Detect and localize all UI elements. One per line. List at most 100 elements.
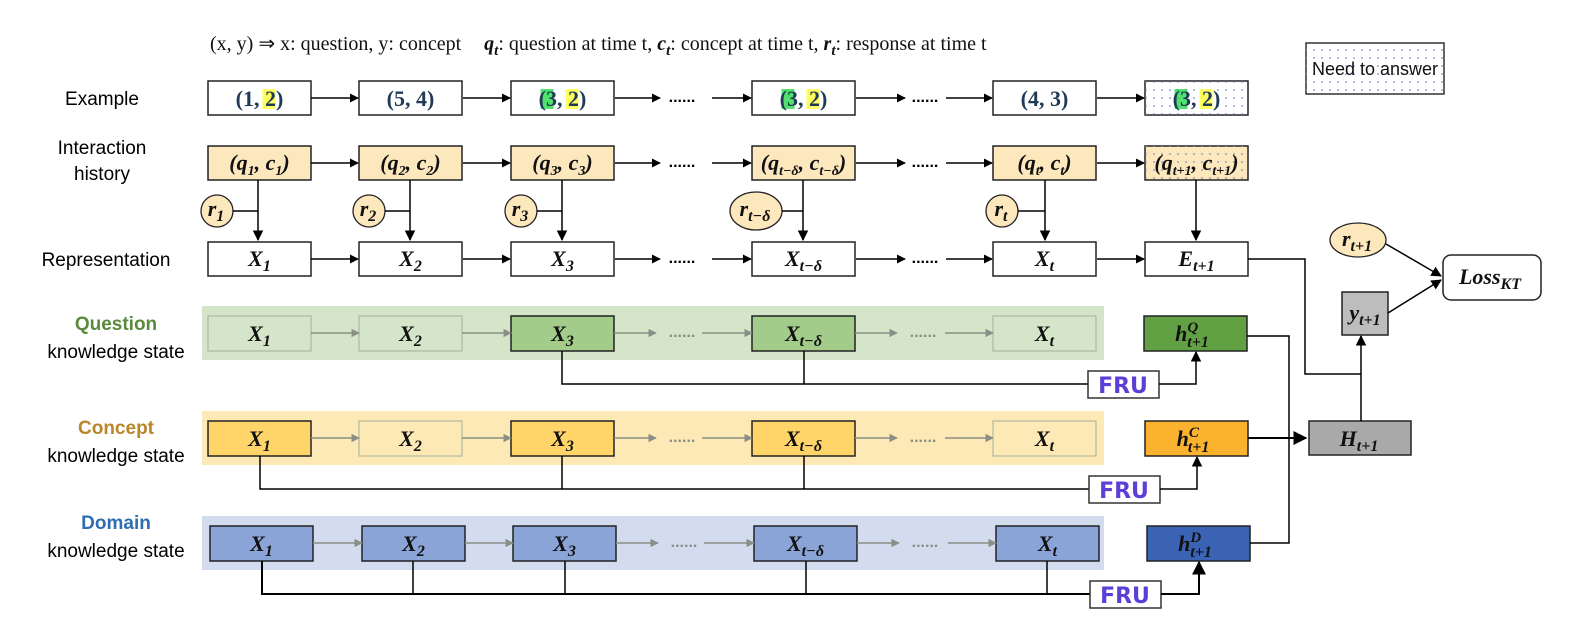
domain-state-ellipsis-2: ......	[912, 534, 939, 551]
h-domain-label-var: h	[1178, 531, 1190, 556]
example-pair-2-part: ,	[557, 86, 568, 111]
example-pair-0-part: (	[236, 86, 243, 111]
interaction-pair-4-part: )	[1062, 150, 1071, 175]
concept-state-ellipsis-2: ......	[910, 429, 937, 446]
example-pair-2-part: 3	[546, 86, 557, 111]
question-state-ellipsis-2: ......	[910, 324, 937, 341]
question-state-label-1-var: X	[398, 321, 415, 346]
representation-label-4-sub: t	[1050, 258, 1055, 275]
row-label-interaction-2: history	[74, 164, 130, 185]
interaction-pair-3-part: c	[810, 150, 820, 175]
example-pair-5-part: 2	[1202, 86, 1213, 111]
example-pair-2-part: 2	[568, 86, 579, 111]
representation-label-0-sub: 1	[263, 258, 271, 275]
representation-label-4-var: X	[1034, 246, 1051, 271]
domain-fru-to-h	[1161, 560, 1206, 595]
concept-state-ellipsis-1: ......	[669, 429, 696, 446]
example-pair-5: (3, 2)	[1173, 86, 1221, 111]
interaction-pair-2-part: )	[583, 150, 592, 175]
domain-state-label-4-sub: t	[1053, 543, 1058, 560]
row-label-representation: Representation	[42, 250, 171, 271]
legend-r: r	[824, 33, 832, 55]
h-concept-label-sub: t+1	[1188, 439, 1210, 456]
legend-text: (x, y) ⇒ x: question, y: concept qt: que…	[210, 33, 987, 59]
example-pair-3-part: )	[820, 86, 827, 111]
r-next-label-sub: t+1	[1351, 238, 1373, 255]
concept-state-label-1-var: X	[398, 426, 415, 451]
y-label-sub: t+1	[1359, 312, 1381, 329]
example-pair-1-part: ,	[405, 86, 416, 111]
example-pair-3-part: 3	[787, 86, 798, 111]
example-pair-4-part: (	[1021, 86, 1028, 111]
domain-state-label-2-sub: 3	[567, 543, 576, 560]
example-pair-3: (3, 2)	[780, 86, 828, 111]
representation-label-1-var: X	[398, 246, 415, 271]
loss-label-sub: KT	[1500, 276, 1523, 293]
interaction-pair-2-part: ,	[557, 150, 569, 175]
row-label-domain-ks: knowledge state	[47, 541, 184, 562]
domain-state-label-2-var: X	[552, 531, 569, 556]
interaction-pair-4: (qt, ct)	[1017, 150, 1071, 179]
interaction-pair-2-part: q	[540, 150, 551, 175]
question-state-label-2-sub: 3	[565, 333, 574, 350]
need-to-answer-legend: Need to answer	[1305, 42, 1445, 95]
concept-state-label-0-var: X	[247, 426, 264, 451]
interaction-pair-5-part: )	[1229, 150, 1238, 175]
interaction-pair-0-part: )	[280, 150, 289, 175]
h-domain-label-sub: t+1	[1190, 544, 1212, 561]
interaction-pair-4-part: c	[1051, 150, 1061, 175]
interaction-pair-1-part: 2	[398, 164, 406, 179]
r-to-loss-arrow	[1385, 243, 1442, 277]
example-pair-4-part: 3	[1050, 86, 1061, 111]
example-pair-3-part: ,	[798, 86, 809, 111]
interaction-pair-5-part: ,	[1191, 150, 1203, 175]
interaction-pair-3-part: t−δ	[819, 164, 839, 179]
interaction-pair-1-part: q	[388, 150, 399, 175]
example-pair-0-part: ,	[254, 86, 265, 111]
domain-state-label-1-var: X	[401, 531, 418, 556]
question-state-label-4-sub: t	[1050, 333, 1055, 350]
concept-state-label-3-var: X	[784, 426, 801, 451]
example-pair-5-part: (	[1173, 86, 1180, 111]
knowledge-tracing-diagram: (x, y) ⇒ x: question, y: concept q t: que…	[42, 33, 1542, 609]
example-pair-1-part: 4	[416, 86, 427, 111]
representation-ellipsis-1: ......	[669, 250, 696, 267]
concept-fru-to-h	[1160, 455, 1203, 490]
response-label-0-sub: 1	[216, 208, 224, 225]
concept-fru-label: FRU	[1099, 479, 1149, 504]
row-label-question-ks: knowledge state	[47, 342, 184, 363]
example-pair-1-part: )	[427, 86, 434, 111]
response-label-3-sub: t−δ	[748, 208, 770, 225]
interaction-pair-5-part: t+1	[1173, 164, 1192, 179]
interaction-pair-0-part: q	[237, 150, 248, 175]
concept-state-label-0-sub: 1	[263, 438, 271, 455]
H-label-sub: t+1	[1357, 438, 1379, 455]
interaction-pair-2-part: 3	[577, 164, 585, 179]
response-label-4-sub: t	[1003, 208, 1008, 225]
row-label-domain: Domain	[81, 513, 151, 534]
example-ellipsis-2: ......	[912, 89, 939, 106]
example-pair-0-part: )	[276, 86, 283, 111]
example-pair-2-part: (	[539, 86, 546, 111]
concept-state-label-4-sub: t	[1050, 438, 1055, 455]
interaction-pair-5-part: t+1	[1212, 164, 1231, 179]
interaction-pair-3-part: q	[768, 150, 779, 175]
loss-label-var: Loss	[1458, 264, 1501, 289]
example-pair-1: (5, 4)	[387, 86, 435, 111]
example-pair-0-part: 1	[243, 86, 254, 111]
concept-state-label-4-var: X	[1034, 426, 1051, 451]
example-pair-4: (4, 3)	[1021, 86, 1069, 111]
response-label-1-sub: 2	[367, 208, 376, 225]
row-label-concept-ks: knowledge state	[47, 446, 184, 467]
domain-state-ellipsis-1: ......	[671, 534, 698, 551]
row-label-interaction-1: Interaction	[58, 138, 147, 159]
representation-label-2-var: X	[550, 246, 567, 271]
question-state-label-0-sub: 1	[263, 333, 271, 350]
interaction-pair-1-part: )	[431, 150, 440, 175]
representation-label-3-var: X	[784, 246, 801, 271]
h-question-label-sub: t+1	[1187, 334, 1209, 351]
row-label-question: Question	[75, 314, 157, 335]
example-pair-5-part: 3	[1180, 86, 1191, 111]
interaction-pair-0-part: 1	[248, 164, 255, 179]
concept-state-label-3-sub: t−δ	[800, 438, 822, 455]
